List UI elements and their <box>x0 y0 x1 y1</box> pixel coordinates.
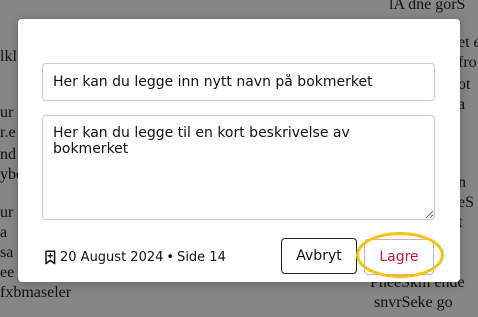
bookmark-icon <box>44 249 57 265</box>
cancel-button-label: Avbryt <box>296 248 342 264</box>
bookmark-description-textarea[interactable] <box>42 115 435 220</box>
bookmark-edit-dialog: 20 August 2024 • Side 14 Avbryt Lagre <box>18 19 460 282</box>
bookmark-name-input[interactable] <box>42 63 435 101</box>
save-button[interactable]: Lagre <box>364 239 434 275</box>
bookmark-date: 20 August 2024 <box>60 249 164 265</box>
bookmark-meta: 20 August 2024 • Side 14 <box>44 248 226 266</box>
bookmark-page-label: Side 14 <box>177 249 226 265</box>
meta-separator: • <box>166 249 175 265</box>
save-button-label: Lagre <box>379 249 419 265</box>
cancel-button[interactable]: Avbryt <box>281 238 357 274</box>
